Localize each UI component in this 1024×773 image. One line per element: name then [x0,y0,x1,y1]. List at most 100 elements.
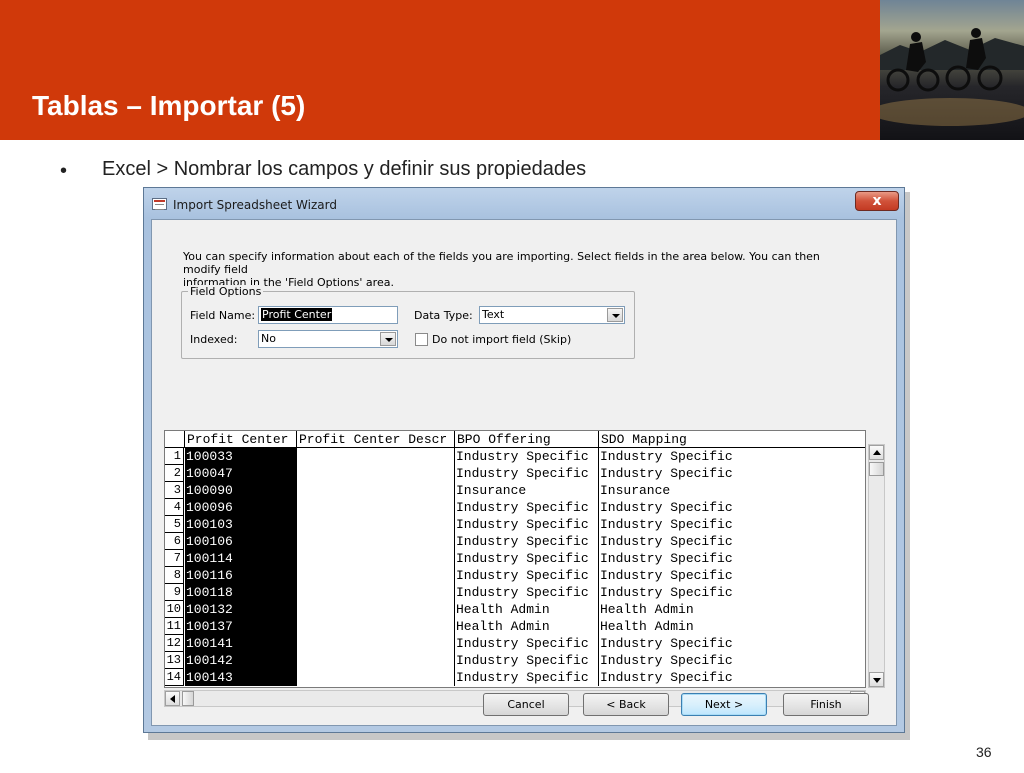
table-row[interactable]: 9 100118 Industry Specific Industry Spec… [165,584,865,601]
field-name-value: Profit Center [261,308,333,321]
cell-sdo-mapping[interactable]: Industry Specific [599,567,865,584]
cell-bpo-offering[interactable]: Insurance [455,482,599,499]
table-row[interactable]: 11 100137 Health Admin Health Admin [165,618,865,635]
cell-bpo-offering[interactable]: Industry Specific [455,499,599,516]
cell-profit-center[interactable]: 100090 [185,482,297,499]
vertical-scroll-thumb[interactable] [869,462,884,476]
cell-profit-center-descr[interactable] [297,516,455,533]
table-row[interactable]: 10 100132 Health Admin Health Admin [165,601,865,618]
cell-profit-center-descr[interactable] [297,635,455,652]
data-preview-grid[interactable]: Profit Center Profit Center Descr BPO Of… [164,430,866,688]
cell-profit-center-descr[interactable] [297,448,455,465]
scroll-up-icon[interactable] [869,445,884,460]
data-type-select[interactable]: Text [479,306,625,324]
cell-profit-center[interactable]: 100033 [185,448,297,465]
cell-bpo-offering[interactable]: Health Admin [455,618,599,635]
cell-sdo-mapping[interactable]: Industry Specific [599,550,865,567]
cell-sdo-mapping[interactable]: Industry Specific [599,669,865,686]
cell-sdo-mapping[interactable]: Industry Specific [599,533,865,550]
slide-title: Tablas – Importar (5) [32,90,306,121]
column-header-sdo-mapping[interactable]: SDO Mapping [599,431,865,448]
cell-profit-center[interactable]: 100106 [185,533,297,550]
cell-bpo-offering[interactable]: Industry Specific [455,584,599,601]
cell-profit-center-descr[interactable] [297,652,455,669]
cell-profit-center[interactable]: 100137 [185,618,297,635]
cell-sdo-mapping[interactable]: Industry Specific [599,635,865,652]
table-row[interactable]: 5 100103 Industry Specific Industry Spec… [165,516,865,533]
cell-sdo-mapping[interactable]: Industry Specific [599,652,865,669]
table-row[interactable]: 3 100090 Insurance Insurance [165,482,865,499]
cell-sdo-mapping[interactable]: Industry Specific [599,499,865,516]
chevron-down-icon[interactable] [607,308,623,322]
cell-sdo-mapping[interactable]: Industry Specific [599,448,865,465]
cell-sdo-mapping[interactable]: Health Admin [599,618,865,635]
cell-profit-center-descr[interactable] [297,567,455,584]
cancel-button[interactable]: Cancel [483,693,569,716]
cell-profit-center[interactable]: 100142 [185,652,297,669]
table-row[interactable]: 1 100033 Industry Specific Industry Spec… [165,448,865,465]
cell-profit-center-descr[interactable] [297,618,455,635]
scroll-down-icon[interactable] [869,672,884,687]
skip-field-label[interactable]: Do not import field (Skip) [432,333,571,346]
cell-profit-center[interactable]: 100118 [185,584,297,601]
cell-profit-center-descr[interactable] [297,533,455,550]
cell-sdo-mapping[interactable]: Industry Specific [599,584,865,601]
cell-profit-center[interactable]: 100096 [185,499,297,516]
scroll-left-icon[interactable] [165,691,180,706]
cell-sdo-mapping[interactable]: Industry Specific [599,516,865,533]
cell-profit-center-descr[interactable] [297,499,455,516]
cell-profit-center[interactable]: 100143 [185,669,297,686]
cell-profit-center[interactable]: 100103 [185,516,297,533]
column-header-bpo-offering[interactable]: BPO Offering [455,431,599,448]
column-header-profit-center-descr[interactable]: Profit Center Descr [297,431,455,448]
cell-bpo-offering[interactable]: Industry Specific [455,465,599,482]
field-name-input[interactable]: Profit Center [258,306,398,324]
cell-bpo-offering[interactable]: Health Admin [455,601,599,618]
cell-bpo-offering[interactable]: Industry Specific [455,516,599,533]
skip-field-checkbox[interactable] [415,333,428,346]
indexed-select[interactable]: No [258,330,398,348]
table-row[interactable]: 4 100096 Industry Specific Industry Spec… [165,499,865,516]
cell-sdo-mapping[interactable]: Insurance [599,482,865,499]
table-row[interactable]: 8 100116 Industry Specific Industry Spec… [165,567,865,584]
horizontal-scroll-thumb[interactable] [182,691,194,706]
chevron-down-icon[interactable] [380,332,396,346]
table-row[interactable]: 14 100143 Industry Specific Industry Spe… [165,669,865,686]
table-row[interactable]: 7 100114 Industry Specific Industry Spec… [165,550,865,567]
table-row[interactable]: 13 100142 Industry Specific Industry Spe… [165,652,865,669]
row-number-header [165,431,185,448]
back-button[interactable]: < Back [583,693,669,716]
cell-bpo-offering[interactable]: Industry Specific [455,669,599,686]
cell-profit-center-descr[interactable] [297,482,455,499]
table-row[interactable]: 12 100141 Industry Specific Industry Spe… [165,635,865,652]
cell-profit-center[interactable]: 100132 [185,601,297,618]
cell-profit-center[interactable]: 100116 [185,567,297,584]
window-titlebar[interactable]: Import Spreadsheet Wizard x [144,188,904,218]
row-number: 3 [165,482,184,499]
cell-profit-center[interactable]: 100114 [185,550,297,567]
cell-sdo-mapping[interactable]: Industry Specific [599,465,865,482]
cell-profit-center-descr[interactable] [297,550,455,567]
vertical-scrollbar[interactable] [868,444,885,688]
row-number: 7 [165,550,184,567]
cell-bpo-offering[interactable]: Industry Specific [455,448,599,465]
cell-profit-center-descr[interactable] [297,584,455,601]
cell-profit-center-descr[interactable] [297,465,455,482]
column-header-profit-center[interactable]: Profit Center [185,431,297,448]
next-button[interactable]: Next > [681,693,767,716]
row-number: 6 [165,533,184,550]
cell-bpo-offering[interactable]: Industry Specific [455,652,599,669]
cell-bpo-offering[interactable]: Industry Specific [455,635,599,652]
cell-bpo-offering[interactable]: Industry Specific [455,550,599,567]
cell-profit-center[interactable]: 100047 [185,465,297,482]
cell-sdo-mapping[interactable]: Health Admin [599,601,865,618]
cell-profit-center-descr[interactable] [297,669,455,686]
close-button[interactable]: x [855,191,899,211]
cell-profit-center[interactable]: 100141 [185,635,297,652]
cell-bpo-offering[interactable]: Industry Specific [455,567,599,584]
finish-button[interactable]: Finish [783,693,869,716]
cell-bpo-offering[interactable]: Industry Specific [455,533,599,550]
table-row[interactable]: 6 100106 Industry Specific Industry Spec… [165,533,865,550]
table-row[interactable]: 2 100047 Industry Specific Industry Spec… [165,465,865,482]
cell-profit-center-descr[interactable] [297,601,455,618]
